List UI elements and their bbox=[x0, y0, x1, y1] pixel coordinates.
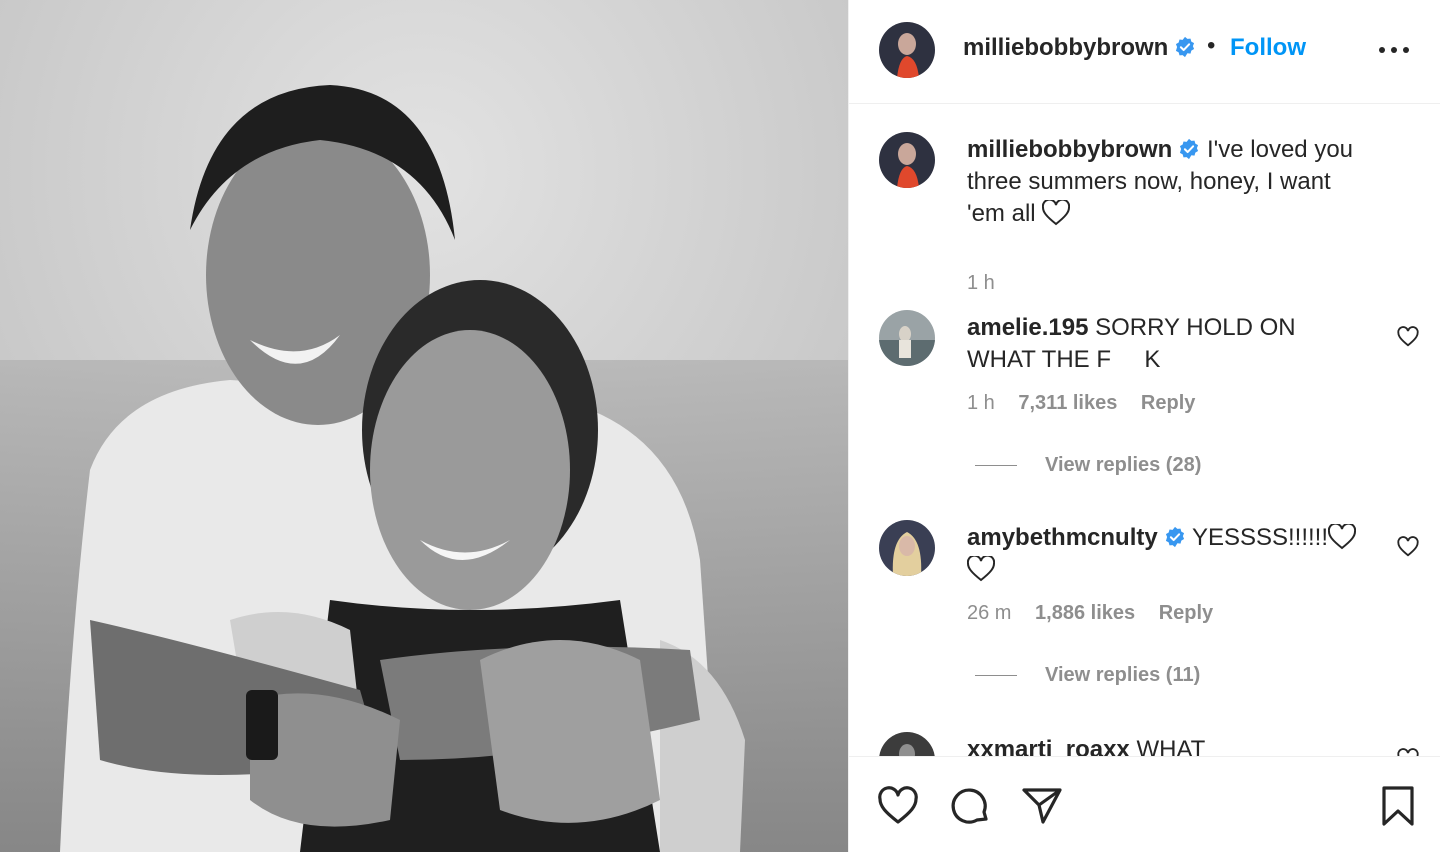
comment-text-block: amybethmcnulty YESSSS!!!!!! bbox=[967, 522, 1367, 586]
verified-badge-icon bbox=[1180, 138, 1199, 160]
bookmark-icon[interactable] bbox=[1377, 785, 1419, 827]
post-caption: milliebobbybrown I've loved you three su… bbox=[849, 132, 1440, 294]
comment-likes[interactable]: 1,886 likes bbox=[1035, 602, 1135, 624]
heart-emoji-icon bbox=[967, 556, 995, 582]
caption-time: 1 h bbox=[967, 272, 995, 294]
comment-meta: 26 m 1,886 likes Reply bbox=[967, 602, 1231, 625]
commenter-avatar[interactable] bbox=[879, 310, 935, 366]
comment-text-block: amelie.195 SORRY HOLD ON WHAT THE F K bbox=[967, 312, 1367, 376]
commenter-avatar[interactable] bbox=[879, 732, 935, 756]
post-actions-bar bbox=[849, 756, 1440, 852]
comment-icon[interactable] bbox=[949, 785, 991, 827]
caption-meta: 1 h bbox=[967, 272, 1013, 295]
verified-badge-icon bbox=[1165, 526, 1184, 548]
view-replies-button[interactable]: View replies (28) bbox=[975, 454, 1201, 477]
post-header: milliebobbybrown • Follow bbox=[849, 0, 1440, 104]
comment-text-block: xxmarti_roaxx WHAT bbox=[967, 734, 1367, 756]
author-username-text[interactable]: milliebobbybrown bbox=[963, 34, 1168, 61]
heart-emoji-icon bbox=[1042, 200, 1071, 226]
post-photo-image bbox=[0, 0, 848, 852]
view-replies-label[interactable]: View replies (11) bbox=[1045, 664, 1200, 686]
separator-dot: • bbox=[1207, 32, 1216, 59]
heart-icon[interactable] bbox=[877, 785, 919, 827]
caption-username[interactable]: milliebobbybrown bbox=[967, 136, 1172, 163]
post-photo[interactable] bbox=[0, 0, 848, 852]
author-avatar-small[interactable] bbox=[879, 132, 935, 188]
comment-text: WHAT bbox=[1136, 736, 1206, 756]
share-icon[interactable] bbox=[1021, 785, 1063, 827]
comments-list[interactable]: milliebobbybrown I've loved you three su… bbox=[849, 104, 1440, 756]
heart-emoji-icon bbox=[1328, 524, 1357, 550]
more-options-icon[interactable] bbox=[1377, 38, 1411, 62]
view-replies-line bbox=[975, 675, 1017, 677]
comment-likes[interactable]: 7,311 likes bbox=[1018, 392, 1117, 414]
like-comment-heart-icon[interactable] bbox=[1397, 326, 1419, 348]
author-username[interactable]: milliebobbybrown bbox=[963, 34, 1196, 62]
view-replies-line bbox=[975, 465, 1017, 467]
like-comment-heart-icon[interactable] bbox=[1397, 748, 1419, 756]
comment-meta: 1 h 7,311 likes Reply bbox=[967, 392, 1213, 415]
view-replies-button[interactable]: View replies (11) bbox=[975, 664, 1200, 687]
comment-text: YESSSS!!!!!! bbox=[1191, 524, 1329, 551]
verified-badge-icon bbox=[1176, 36, 1195, 58]
comment-reply-button[interactable]: Reply bbox=[1141, 392, 1195, 414]
comment-time: 26 m bbox=[967, 602, 1012, 624]
commenter-avatar[interactable] bbox=[879, 520, 935, 576]
comment-item: amybethmcnulty YESSSS!!!!!! 26 m 1,886 l… bbox=[849, 520, 1440, 700]
follow-button[interactable]: Follow bbox=[1230, 34, 1306, 62]
comment-item: xxmarti_roaxx WHAT bbox=[849, 732, 1440, 756]
comment-username[interactable]: amybethmcnulty bbox=[967, 524, 1158, 551]
comment-time: 1 h bbox=[967, 392, 995, 414]
caption-text-block: milliebobbybrown I've loved you three su… bbox=[967, 134, 1367, 230]
comment-reply-button[interactable]: Reply bbox=[1159, 602, 1213, 624]
comment-username[interactable]: amelie.195 bbox=[967, 314, 1088, 341]
view-replies-label[interactable]: View replies (28) bbox=[1045, 454, 1201, 476]
comment-username[interactable]: xxmarti_roaxx bbox=[967, 736, 1130, 756]
like-comment-heart-icon[interactable] bbox=[1397, 536, 1419, 558]
comment-item: amelie.195 SORRY HOLD ON WHAT THE F K 1 … bbox=[849, 310, 1440, 490]
post-side-panel: milliebobbybrown • Follow milliebobbybro… bbox=[848, 0, 1440, 852]
author-avatar[interactable] bbox=[879, 22, 935, 78]
